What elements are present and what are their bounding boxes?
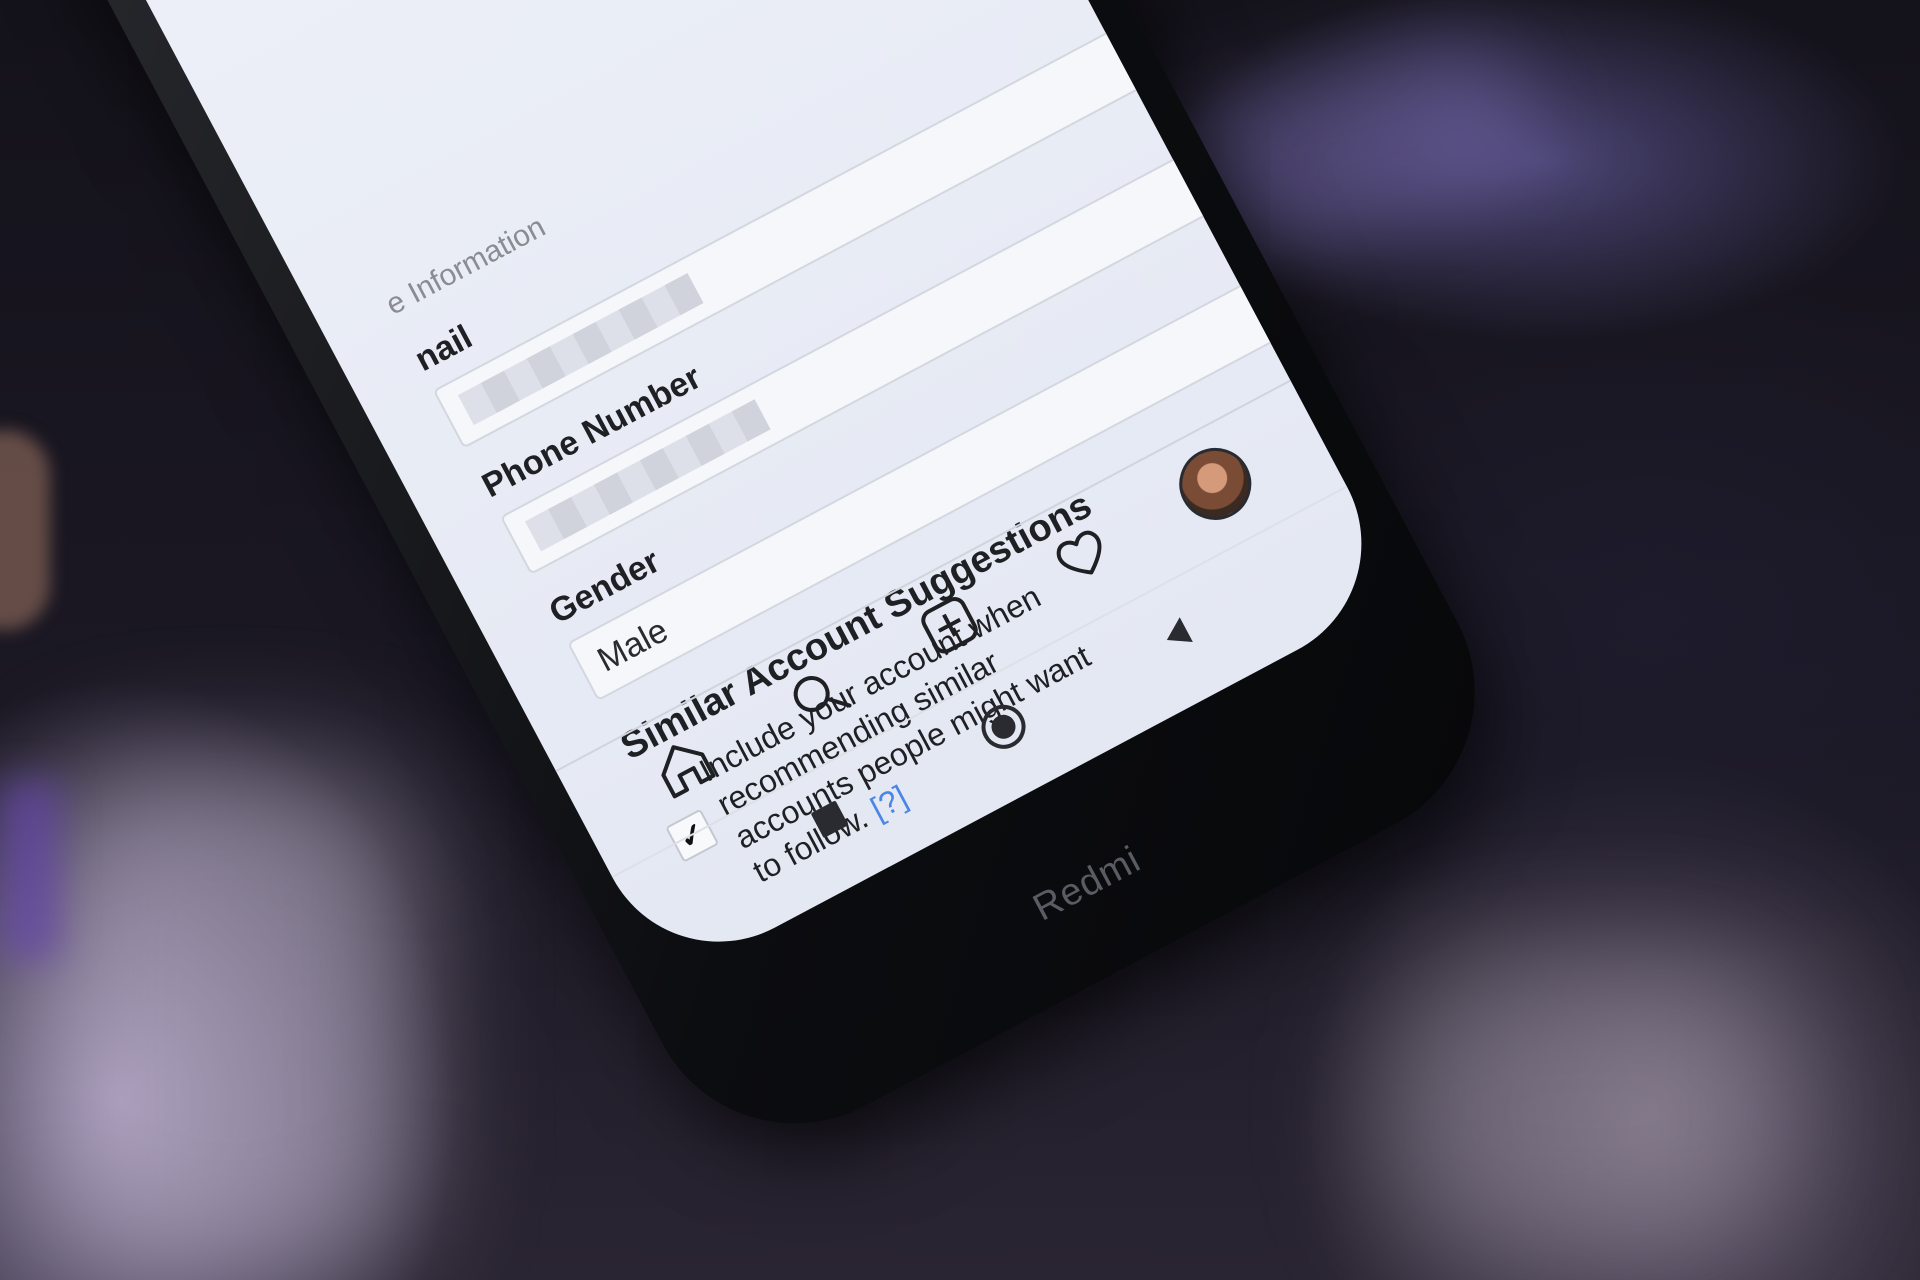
holding-finger	[0, 430, 50, 630]
avatar	[1166, 435, 1264, 533]
new-post-icon[interactable]	[901, 577, 998, 674]
background-light-blur	[1380, 960, 1800, 1260]
search-icon[interactable]	[768, 647, 865, 744]
home-icon[interactable]	[635, 718, 732, 815]
gender-value: Male	[591, 610, 674, 679]
activity-heart-icon[interactable]	[1034, 506, 1131, 603]
background-purple-blur	[0, 780, 60, 960]
background-light-blur	[40, 760, 420, 1280]
home-circle-icon[interactable]	[955, 678, 1052, 775]
profile-avatar[interactable]	[1166, 435, 1264, 533]
photo-background: e Information nail Phone Number Gender M…	[0, 0, 1920, 1280]
recent-apps-square-icon[interactable]	[781, 771, 878, 868]
back-triangle-icon[interactable]	[1129, 585, 1226, 682]
